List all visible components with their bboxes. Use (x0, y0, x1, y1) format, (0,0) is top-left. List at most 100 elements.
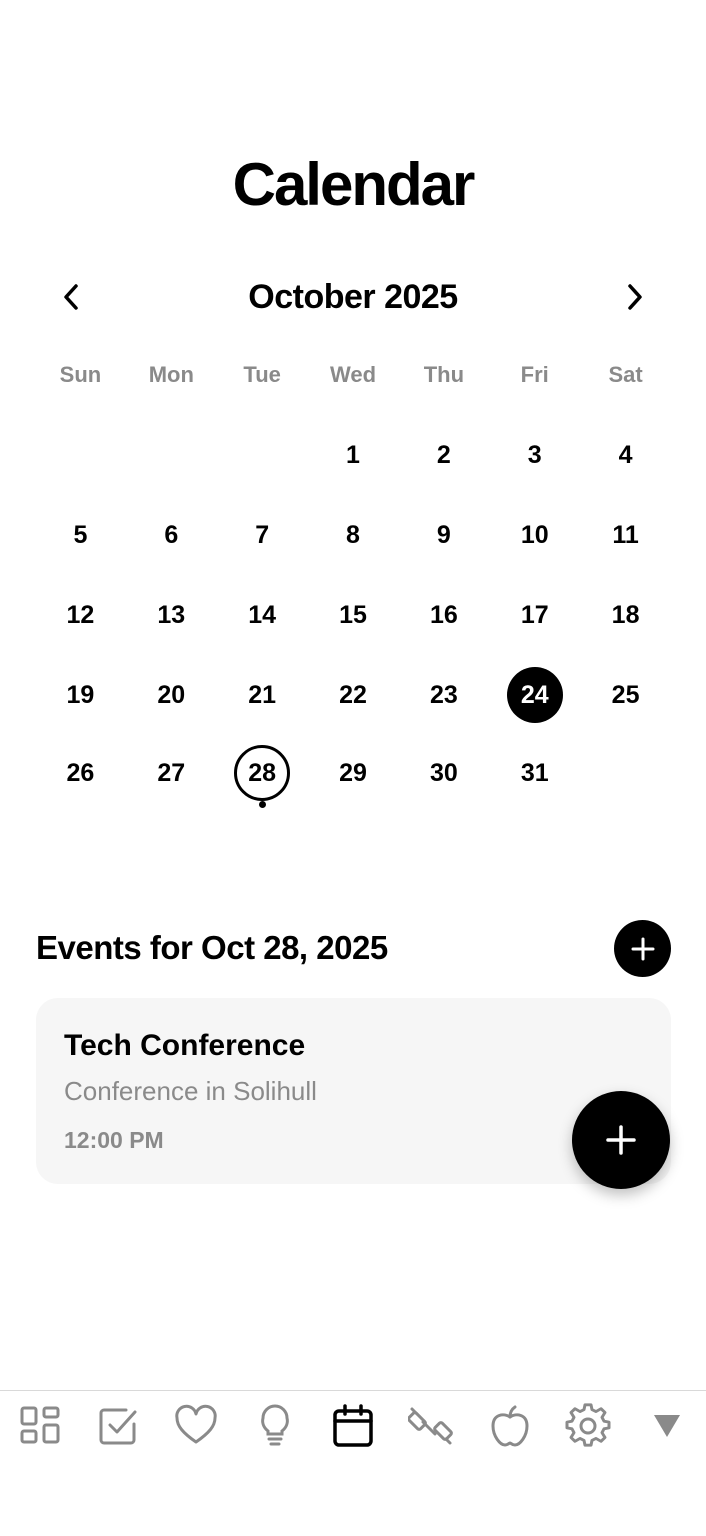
tab-tasks[interactable] (95, 1403, 141, 1449)
calendar-day[interactable]: 21 (234, 667, 290, 723)
tab-favorites[interactable] (173, 1403, 219, 1449)
calendar-day[interactable]: 19 (52, 667, 108, 723)
weekday-label: Mon (148, 362, 194, 387)
calendar-day[interactable]: 27 (143, 745, 199, 801)
grid-icon (20, 1406, 60, 1444)
calendar-day-cell: 5 (35, 495, 126, 575)
calendar-day[interactable]: 30 (416, 745, 472, 801)
calendar-day[interactable]: 23 (416, 667, 472, 723)
tab-fitness[interactable] (408, 1403, 454, 1449)
calendar-day-cell: 24 (489, 655, 580, 735)
calendar-day-cell: 1 (308, 415, 399, 495)
chevron-left-icon (64, 284, 78, 310)
month-label: October 2025 (248, 278, 458, 316)
calendar-day[interactable]: 26 (52, 745, 108, 801)
calendar-day[interactable]: 16 (416, 587, 472, 643)
calendar-day[interactable]: 1 (325, 427, 381, 483)
calendar-day-cell: 7 (217, 495, 308, 575)
calendar-week-row: 1234 (35, 415, 671, 495)
calendar-day-cell: 6 (126, 495, 217, 575)
calendar-day-cell: 9 (398, 495, 489, 575)
tab-nutrition[interactable] (487, 1403, 533, 1449)
heart-icon (175, 1404, 217, 1444)
tab-ideas[interactable] (252, 1403, 298, 1449)
calendar-day-cell (126, 415, 217, 495)
calendar-day[interactable]: 24 (506, 667, 563, 723)
calendar-day[interactable]: 13 (143, 587, 199, 643)
calendar-day[interactable]: 20 (143, 667, 199, 723)
tab-dashboard[interactable] (17, 1403, 63, 1449)
calendar-day[interactable]: 11 (598, 507, 654, 563)
calendar-day-cell (35, 415, 126, 495)
calendar-day-cell: 29 (308, 735, 399, 811)
calendar-day[interactable]: 8 (325, 507, 381, 563)
tab-more[interactable] (644, 1403, 690, 1449)
bottom-navigation (0, 1390, 706, 1536)
calendar-day-cell: 28 (217, 735, 308, 811)
calendar-day-cell: 15 (308, 575, 399, 655)
calendar-week-row: 19 20 21 22 23 24 25 (35, 655, 671, 735)
calendar-day[interactable]: 12 (52, 587, 108, 643)
calendar-day-cell: 4 (580, 415, 671, 495)
calendar-day[interactable]: 2 (416, 427, 472, 483)
calendar-day[interactable]: 25 (598, 667, 654, 723)
calendar-day[interactable]: 14 (234, 587, 290, 643)
add-event-button[interactable] (614, 920, 671, 977)
weekday-label: Wed (329, 362, 377, 387)
calendar-day[interactable]: 29 (325, 745, 381, 801)
calendar-day-cell: 20 (126, 655, 217, 735)
next-month-button[interactable] (612, 274, 658, 320)
tab-settings[interactable] (565, 1403, 611, 1449)
event-subtitle: Conference in Solihull (64, 1076, 317, 1106)
plus-icon (606, 1125, 636, 1155)
calendar-day-cell (217, 415, 308, 495)
calendar-day-cell: 25 (580, 655, 671, 735)
calendar-day-cell: 14 (217, 575, 308, 655)
calendar-day-cell: 31 (489, 735, 580, 811)
calendar-day-cell: 12 (35, 575, 126, 655)
calendar-day-cell (580, 735, 671, 811)
calendar-icon (333, 1404, 373, 1447)
calendar-day[interactable]: 4 (598, 427, 654, 483)
calendar-week-row: 26 27 28 29 30 31 (35, 735, 671, 811)
weekday-label: Fri (520, 362, 549, 387)
calendar-day[interactable]: 5 (52, 507, 108, 563)
floating-add-button[interactable] (572, 1091, 670, 1189)
event-indicator-dot (258, 801, 266, 808)
calendar-day[interactable]: 18 (598, 587, 654, 643)
calendar-day[interactable]: 6 (143, 507, 199, 563)
event-time: 12:00 PM (64, 1127, 164, 1153)
calendar-day[interactable]: 9 (416, 507, 472, 563)
calendar-day-cell: 11 (580, 495, 671, 575)
calendar-day-cell: 2 (398, 415, 489, 495)
calendar-day-cell: 3 (489, 415, 580, 495)
previous-month-button[interactable] (48, 274, 94, 320)
calendar-day[interactable]: 7 (234, 507, 290, 563)
chevron-right-icon (628, 284, 642, 310)
weekday-label: Thu (423, 362, 465, 387)
lightbulb-icon (261, 1404, 289, 1446)
calendar-day[interactable]: 3 (507, 427, 563, 483)
checkbox-icon (99, 1408, 137, 1445)
weekday-header: Sun Mon Tue Wed Thu Fri Sat (35, 358, 671, 392)
gear-icon (565, 1403, 611, 1447)
calendar-day[interactable]: 17 (507, 587, 563, 643)
calendar-day-cell: 17 (489, 575, 580, 655)
calendar-day-cell: 26 (35, 735, 126, 811)
calendar-day[interactable]: 10 (507, 507, 563, 563)
calendar-day[interactable]: 15 (325, 587, 381, 643)
calendar-day-cell: 30 (398, 735, 489, 811)
calendar-day-cell: 27 (126, 735, 217, 811)
events-header: Events for Oct 28, 2025 (36, 929, 388, 966)
month-navigation: October 2025 (0, 274, 706, 320)
calendar-day-cell: 22 (308, 655, 399, 735)
calendar-day[interactable]: 22 (325, 667, 381, 723)
plus-icon (631, 937, 654, 960)
calendar-week-row: 12 13 14 15 16 17 18 (35, 575, 671, 655)
calendar-day-cell: 19 (35, 655, 126, 735)
calendar-week-row: 5 6 7 8 9 10 11 (35, 495, 671, 575)
calendar-day[interactable]: 31 (507, 745, 563, 801)
tab-calendar[interactable] (330, 1403, 376, 1449)
calendar-day-cell: 18 (580, 575, 671, 655)
calendar-day[interactable]: 28 (234, 745, 291, 801)
